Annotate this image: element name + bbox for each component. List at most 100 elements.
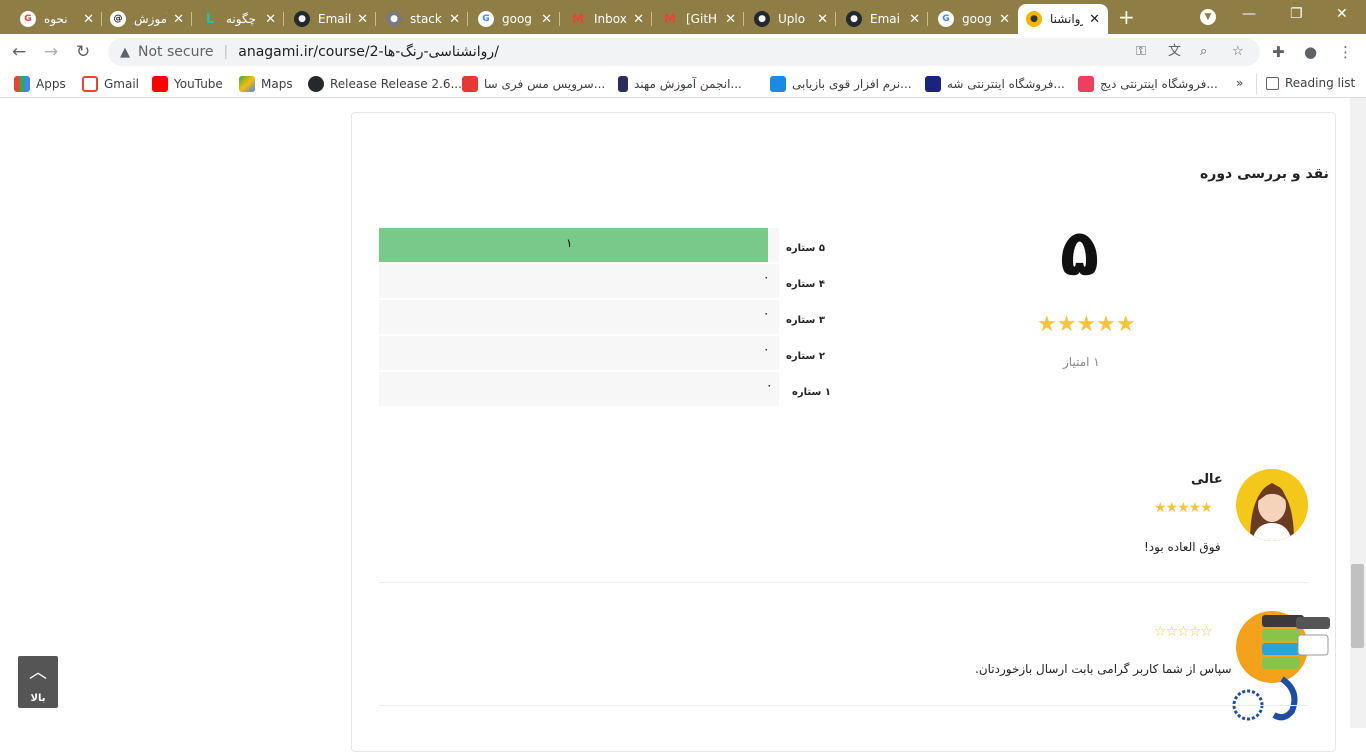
- close-icon[interactable]: ✕: [909, 12, 920, 27]
- tab[interactable]: M Inbox ✕: [562, 4, 652, 34]
- rating-count-2: ۰: [763, 342, 770, 356]
- rating-label-3: ۳ ستاره: [786, 315, 825, 326]
- rating-bar-track-2: [379, 336, 779, 370]
- tab[interactable]: G نحوه ✕: [12, 4, 102, 34]
- crown-icon: [462, 76, 478, 92]
- minimize-icon[interactable]: —: [1242, 6, 1256, 22]
- back-icon[interactable]: ←: [12, 42, 26, 62]
- key-icon[interactable]: ⚿: [1136, 38, 1146, 66]
- tab[interactable]: ● Uplo ✕: [746, 4, 836, 34]
- tab[interactable]: @ آموزش ✕: [102, 4, 192, 34]
- bookmark-release[interactable]: Release Release 2.6....: [308, 76, 466, 92]
- close-icon[interactable]: ✕: [725, 12, 736, 27]
- bookmark-shop-2[interactable]: فروشگاه اینترنتی دیج...: [1078, 76, 1218, 92]
- rating-count-4: ۰: [763, 270, 770, 284]
- warning-icon[interactable]: ▲: [120, 45, 130, 60]
- tab-title: Uplo: [778, 12, 806, 26]
- tab-title: نحوه: [44, 12, 68, 26]
- close-icon[interactable]: ✕: [541, 12, 552, 27]
- tab-title: روانشنا: [1050, 12, 1084, 26]
- address-bar[interactable]: ▲ Not secure | anagami.ir/course/2-روانش…: [108, 38, 1260, 66]
- site-icon: L: [205, 11, 215, 27]
- reading-list[interactable]: Reading list: [1266, 76, 1355, 90]
- close-window-icon[interactable]: ✕: [1336, 6, 1348, 22]
- chevron-up-icon: ︿: [29, 662, 47, 683]
- zoom-icon[interactable]: ⌕: [1200, 38, 1207, 66]
- tab-title: Inbox: [594, 12, 627, 26]
- rating-bar-track-4: [379, 264, 779, 298]
- google-icon: G: [20, 11, 36, 27]
- close-icon[interactable]: ✕: [173, 12, 184, 27]
- bookmark-maps[interactable]: Maps: [239, 76, 293, 92]
- bookmark-star-icon[interactable]: ☆: [1232, 38, 1244, 66]
- bookmark-gmail[interactable]: Gmail: [82, 76, 139, 92]
- bookmark-recovery[interactable]: نرم افزار قوی بازیابی...: [770, 76, 912, 92]
- extensions-icon[interactable]: ✚: [1272, 43, 1285, 61]
- reload-icon[interactable]: ↻: [76, 42, 90, 62]
- bookmark-shop-1[interactable]: فروشگاه اینترنتی شه...: [925, 76, 1065, 92]
- threads-icon: @: [110, 11, 126, 27]
- avatar: [1236, 469, 1308, 541]
- tab-title: Emai: [870, 12, 900, 26]
- average-score: ۵: [1060, 217, 1100, 291]
- maps-icon: [239, 76, 255, 92]
- close-icon[interactable]: ✕: [1089, 12, 1100, 27]
- tab[interactable]: ● Emai ✕: [838, 4, 928, 34]
- scrollbar-thumb[interactable]: [1351, 564, 1364, 648]
- bookmark-forum[interactable]: انجمن آموزش مهند...: [618, 76, 742, 92]
- close-icon[interactable]: ✕: [265, 12, 276, 27]
- profile-icon[interactable]: ●: [1304, 43, 1317, 61]
- close-icon[interactable]: ✕: [817, 12, 828, 27]
- bookmark-apps[interactable]: Apps: [14, 76, 66, 92]
- apps-grid-icon: [14, 76, 30, 92]
- back-to-top-button[interactable]: ︿ بالا: [18, 656, 58, 708]
- divider: [379, 705, 1308, 706]
- tab-title: goog: [962, 12, 992, 26]
- rating-label-4: ۴ ستاره: [786, 279, 825, 290]
- toolbar: ← → ↻ ▲ Not secure | anagami.ir/course/2…: [0, 34, 1366, 70]
- close-icon[interactable]: ✕: [999, 12, 1010, 27]
- votes-count: ۱ امتیاز: [1063, 355, 1100, 369]
- security-status[interactable]: Not secure: [138, 44, 214, 60]
- tab[interactable]: G goog ✕: [470, 4, 560, 34]
- new-tab-button[interactable]: +: [1118, 7, 1135, 27]
- rating-bar-track-1: [379, 372, 779, 406]
- rating-count-1: ۰: [766, 378, 773, 392]
- url-text[interactable]: anagami.ir/course/2-روانشناسی-رنگ-ها/: [238, 44, 499, 60]
- tab-active[interactable]: ● روانشنا ✕: [1018, 4, 1108, 34]
- tab-title: چگونه: [226, 12, 257, 26]
- forward-icon[interactable]: →: [44, 42, 58, 62]
- bookmarks-overflow[interactable]: »: [1236, 76, 1243, 90]
- youtube-icon: [152, 76, 168, 92]
- close-icon[interactable]: ✕: [83, 12, 94, 27]
- rating-bar-track-3: [379, 300, 779, 334]
- tab[interactable]: ● stack ✕: [378, 4, 468, 34]
- github-icon: ●: [846, 11, 862, 27]
- tab-title: goog: [502, 12, 532, 26]
- github-icon: ●: [754, 11, 770, 27]
- rating-bar-fill-5: [379, 228, 768, 262]
- gmail-icon: M: [664, 12, 676, 26]
- shop-icon: [925, 76, 941, 92]
- section-title: نقد و بررسی دوره: [1200, 166, 1329, 182]
- tab-search-icon[interactable]: ▼: [1200, 9, 1216, 25]
- menu-icon[interactable]: ⋮: [1338, 43, 1353, 61]
- tab[interactable]: L چگونه ✕: [194, 4, 284, 34]
- tab[interactable]: G goog ✕: [930, 4, 1018, 34]
- close-icon[interactable]: ✕: [633, 12, 644, 27]
- tab-title: Email: [318, 12, 352, 26]
- bookmark-youtube[interactable]: YouTube: [152, 76, 223, 92]
- translate-icon[interactable]: 文: [1168, 38, 1181, 66]
- forum-icon: [618, 76, 628, 92]
- bee-icon: ●: [1026, 11, 1042, 27]
- github-icon: [308, 76, 324, 92]
- reviews-card: [351, 112, 1336, 752]
- close-icon[interactable]: ✕: [357, 12, 368, 27]
- bookmark-ms-free[interactable]: سرویس مس فری سا...: [462, 76, 605, 92]
- maximize-icon[interactable]: ❐: [1290, 6, 1303, 22]
- rating-count-3: ۰: [763, 306, 770, 320]
- tab[interactable]: M [GitH ✕: [654, 4, 744, 34]
- google-icon: G: [938, 11, 954, 27]
- close-icon[interactable]: ✕: [449, 12, 460, 27]
- tab[interactable]: ● Email ✕: [286, 4, 376, 34]
